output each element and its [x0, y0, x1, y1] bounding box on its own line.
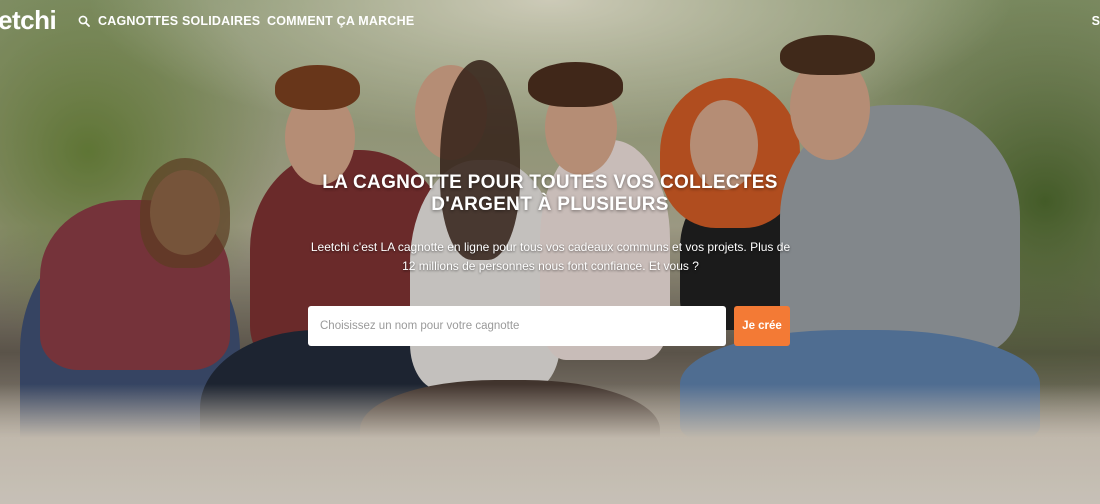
top-nav: etchi CAGNOTTES SOLIDAIRES COMMENT ÇA MA… — [0, 0, 1100, 42]
create-fund-button[interactable]: Je crée — [734, 306, 790, 346]
hero-subtitle: Leetchi c'est LA cagnotte en ligne pour … — [288, 238, 813, 276]
create-fund-form: Je crée — [308, 306, 790, 346]
hero-subtitle-line: 12 millions de personnes nous font confi… — [402, 259, 699, 273]
nav-link-solidarity-funds[interactable]: CAGNOTTES SOLIDAIRES — [78, 14, 260, 28]
hero-subtitle-line: Leetchi c'est LA cagnotte en ligne pour … — [310, 240, 791, 254]
search-icon — [78, 15, 90, 27]
hero-title-line: D'ARGENT À PLUSIEURS — [431, 194, 669, 215]
nav-link-truncated[interactable]: S — [1092, 14, 1100, 28]
nav-link-how-it-works[interactable]: COMMENT ÇA MARCHE — [267, 14, 414, 28]
leetchi-logo[interactable]: etchi — [0, 5, 57, 36]
hero-title: LA CAGNOTTE POUR TOUTES VOS COLLECTES D'… — [290, 172, 810, 216]
hero-title-line: LA CAGNOTTE POUR TOUTES VOS COLLECTES — [322, 172, 778, 193]
fund-name-input[interactable] — [308, 306, 726, 346]
nav-link-label: CAGNOTTES SOLIDAIRES — [98, 14, 261, 28]
